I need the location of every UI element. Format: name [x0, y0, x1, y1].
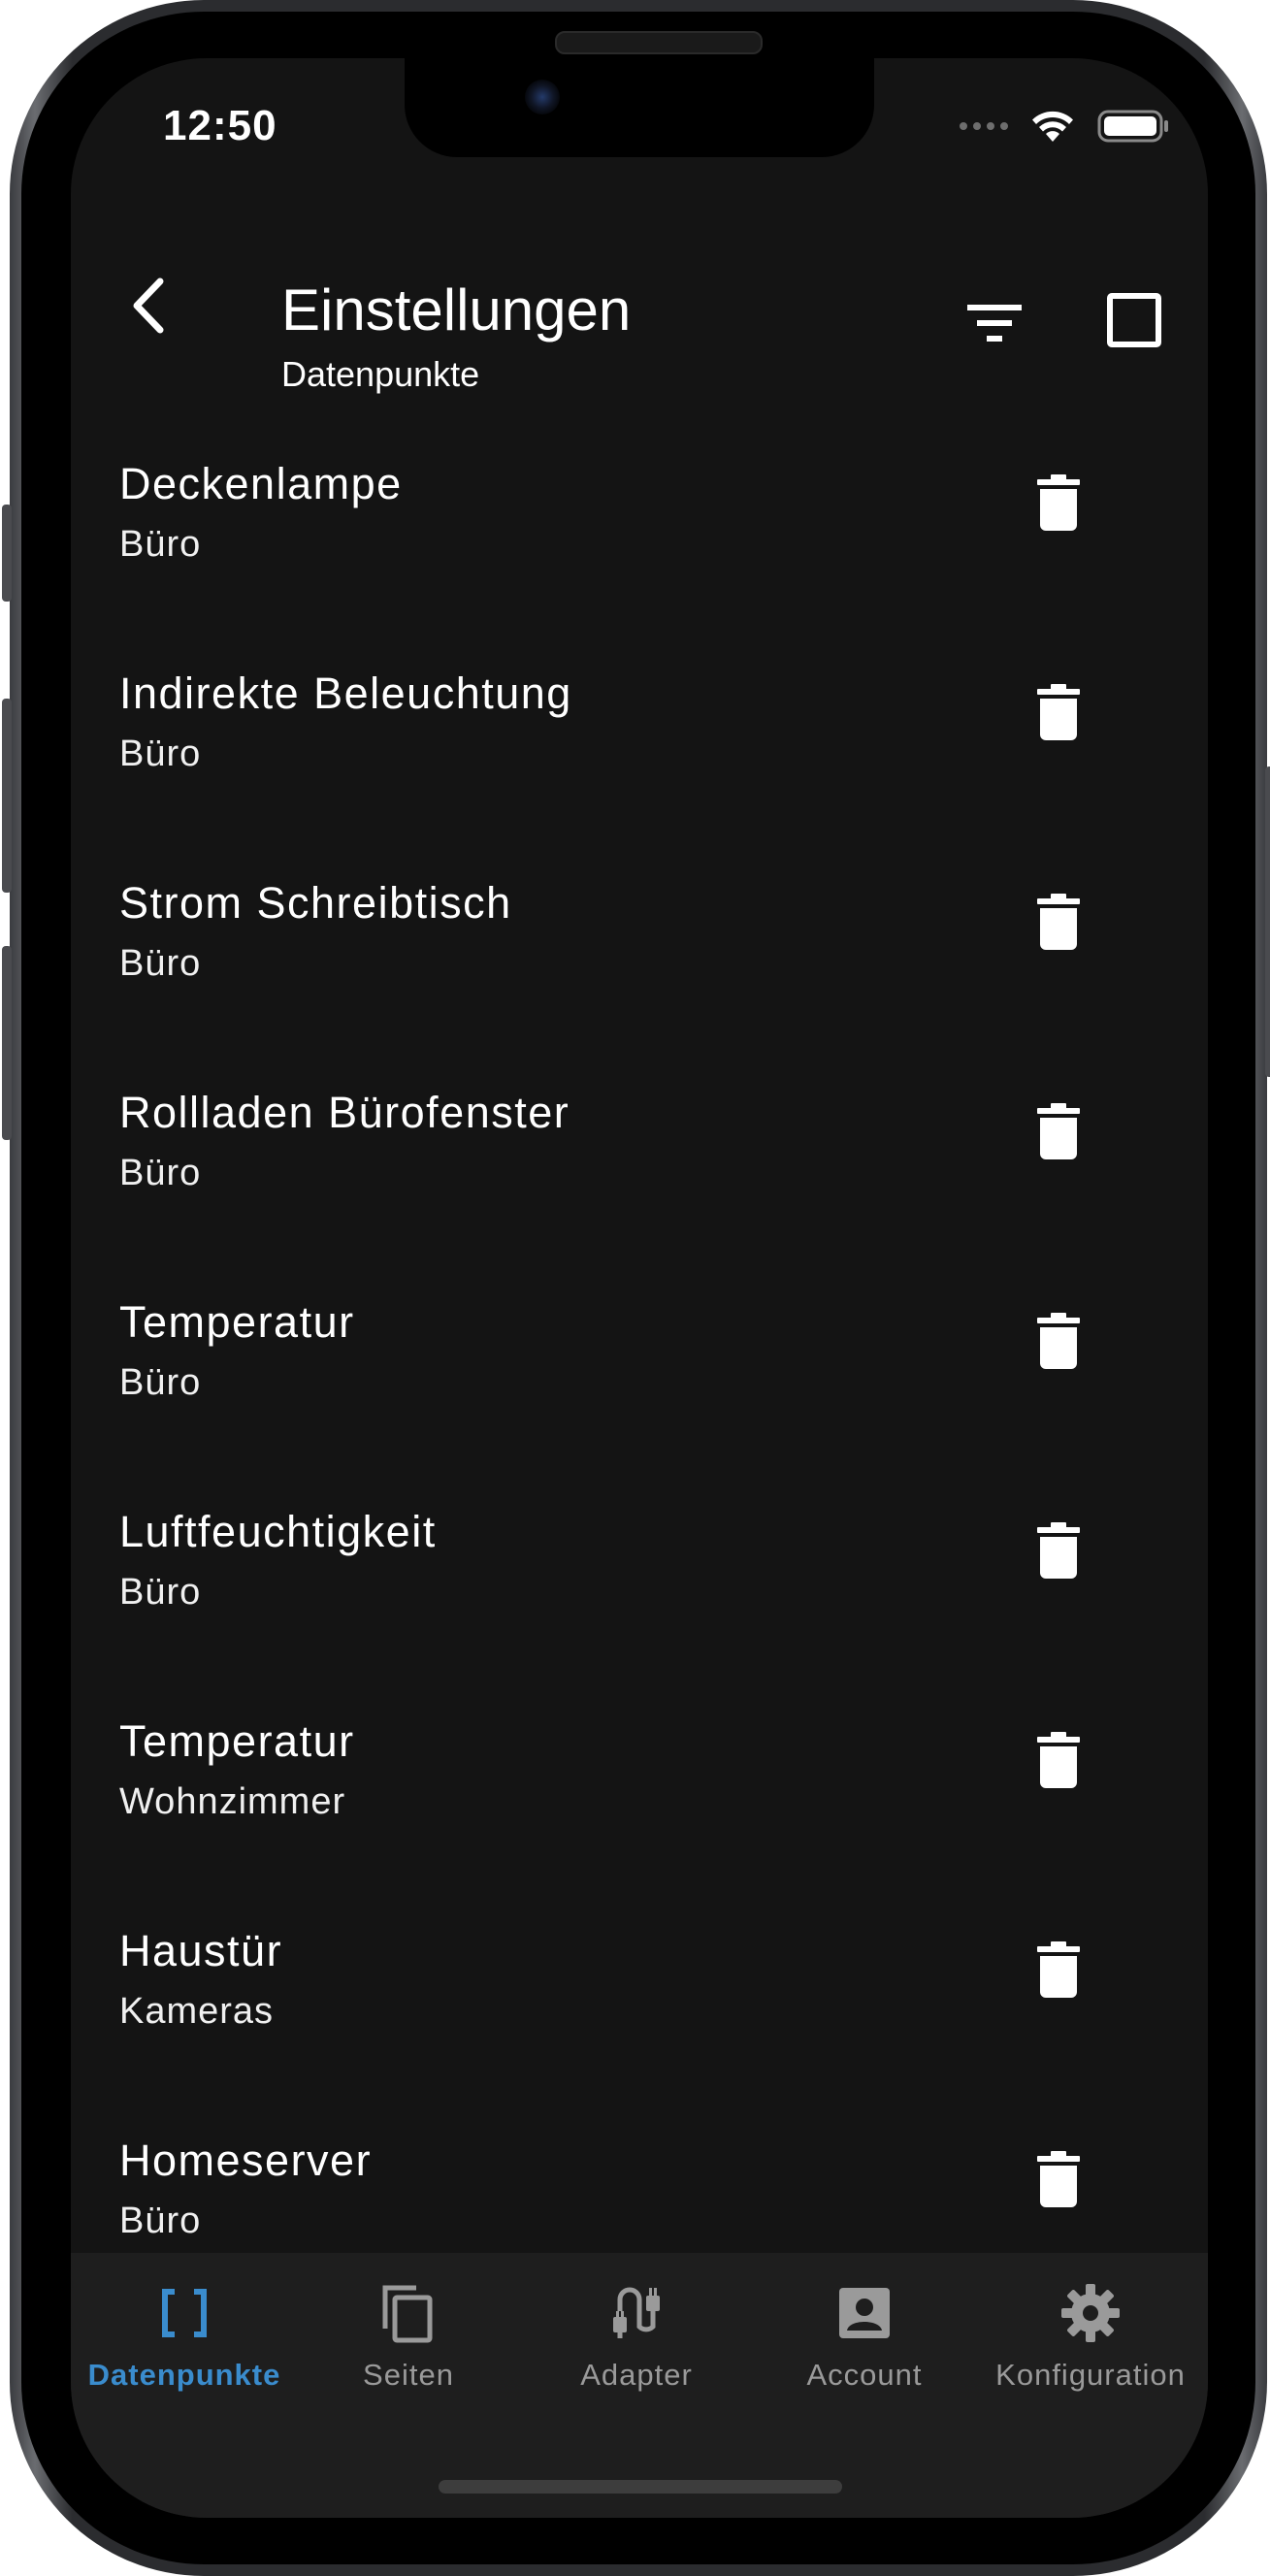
- datapoint-room: Büro: [119, 1572, 202, 1613]
- datapoint-room: Büro: [119, 524, 202, 565]
- app-screen: 12:50 Einstellungen Datenpunkte Deckenla…: [71, 58, 1208, 2518]
- delete-datapoint-button[interactable]: [1037, 2151, 1080, 2207]
- delete-datapoint-button[interactable]: [1037, 1941, 1080, 1998]
- delete-datapoint-button[interactable]: [1037, 894, 1080, 950]
- datapoint-list-item[interactable]: Haustür Kameras: [71, 1875, 1208, 2084]
- dynamic-island: [405, 58, 874, 157]
- filter-icon: [967, 305, 1022, 342]
- datapoint-list-item[interactable]: Rollladen Bürofenster Büro: [71, 1036, 1208, 1246]
- front-camera: [525, 80, 560, 114]
- page-subtitle: Datenpunkte: [281, 354, 480, 394]
- datapoint-list-item[interactable]: Temperatur Wohnzimmer: [71, 1665, 1208, 1875]
- tab-account[interactable]: Account: [751, 2253, 978, 2408]
- tab-label: Datenpunkte: [87, 2358, 281, 2392]
- trash-icon: [1037, 684, 1080, 740]
- battery-icon: [1097, 110, 1168, 143]
- tab-label: Account: [806, 2358, 923, 2392]
- action-button: [2, 505, 12, 602]
- datapoint-name: Haustür: [119, 1926, 283, 1975]
- datapoint-list-item[interactable]: Deckenlampe Büro: [71, 408, 1208, 617]
- tab-label: Seiten: [363, 2358, 454, 2392]
- datapoint-list-item[interactable]: Luftfeuchtigkeit Büro: [71, 1455, 1208, 1665]
- delete-datapoint-button[interactable]: [1037, 1313, 1080, 1369]
- datapoint-room: Büro: [119, 1153, 202, 1193]
- datapoint-name: Deckenlampe: [119, 459, 403, 508]
- datapoint-room: Büro: [119, 1362, 202, 1403]
- datapoint-name: Luftfeuchtigkeit: [119, 1507, 437, 1556]
- trash-icon: [1037, 894, 1080, 950]
- delete-datapoint-button[interactable]: [1037, 474, 1080, 531]
- brackets-icon: [153, 2282, 215, 2344]
- datapoint-list-item[interactable]: Temperatur Büro: [71, 1246, 1208, 1455]
- datapoint-name: Rollladen Bürofenster: [119, 1088, 570, 1137]
- trash-icon: [1037, 1313, 1080, 1369]
- status-icons: [960, 109, 1169, 144]
- tab-konfiguration[interactable]: Konfiguration: [977, 2253, 1204, 2408]
- earpiece-speaker: [555, 31, 763, 54]
- trash-icon: [1037, 1103, 1080, 1159]
- volume-up-button: [2, 699, 12, 893]
- trash-icon: [1037, 1941, 1080, 1998]
- back-button[interactable]: [121, 272, 179, 340]
- app-bar: Einstellungen Datenpunkte: [71, 213, 1208, 408]
- filter-button[interactable]: [965, 301, 1024, 349]
- home-indicator[interactable]: [439, 2480, 842, 2494]
- datapoint-room: Büro: [119, 2201, 202, 2241]
- trash-icon: [1037, 1732, 1080, 1788]
- account-box-icon: [833, 2282, 896, 2344]
- datapoint-name: Temperatur: [119, 1716, 355, 1766]
- trash-icon: [1037, 2151, 1080, 2207]
- status-time: 12:50: [163, 102, 277, 149]
- datapoint-name: Homeserver: [119, 2136, 373, 2185]
- cellular-signal-icon: [960, 122, 1008, 130]
- select-all-button[interactable]: [1107, 293, 1161, 347]
- copy-pages-icon: [377, 2282, 440, 2344]
- tab-label: Konfiguration: [995, 2358, 1186, 2392]
- datapoint-room: Wohnzimmer: [119, 1781, 346, 1822]
- datapoint-name: Indirekte Beleuchtung: [119, 668, 572, 718]
- datapoint-room: Büro: [119, 734, 202, 774]
- page-title: Einstellungen: [281, 277, 632, 342]
- datapoint-room: Büro: [119, 943, 202, 984]
- datapoint-list: Deckenlampe Büro Indirekte Beleuchtung Büro…: [71, 408, 1208, 2294]
- delete-datapoint-button[interactable]: [1037, 1732, 1080, 1788]
- datapoint-list-item[interactable]: Strom Schreibtisch Büro: [71, 827, 1208, 1036]
- datapoint-room: Kameras: [119, 1991, 275, 2032]
- chevron-left-icon: [133, 277, 164, 334]
- delete-datapoint-button[interactable]: [1037, 1103, 1080, 1159]
- tab-seiten[interactable]: Seiten: [295, 2253, 522, 2408]
- delete-datapoint-button[interactable]: [1037, 684, 1080, 740]
- tab-datenpunkte[interactable]: Datenpunkte: [71, 2253, 298, 2408]
- wifi-icon: [1032, 111, 1073, 142]
- gear-icon: [1059, 2282, 1122, 2344]
- delete-datapoint-button[interactable]: [1037, 1522, 1080, 1579]
- trash-icon: [1037, 474, 1080, 531]
- datapoint-name: Strom Schreibtisch: [119, 878, 512, 928]
- power-button: [1265, 766, 1270, 1077]
- datapoint-list-item[interactable]: Indirekte Beleuchtung Büro: [71, 617, 1208, 827]
- tab-label: Adapter: [580, 2358, 693, 2392]
- datapoint-name: Temperatur: [119, 1297, 355, 1347]
- trash-icon: [1037, 1522, 1080, 1579]
- tab-adapter[interactable]: Adapter: [523, 2253, 750, 2408]
- checkbox-outline-icon: [1107, 293, 1161, 347]
- plug-cable-icon: [605, 2282, 668, 2344]
- volume-down-button: [2, 946, 12, 1140]
- bottom-navigation: Datenpunkte Seiten Adapter Account Konfigura…: [71, 2253, 1208, 2518]
